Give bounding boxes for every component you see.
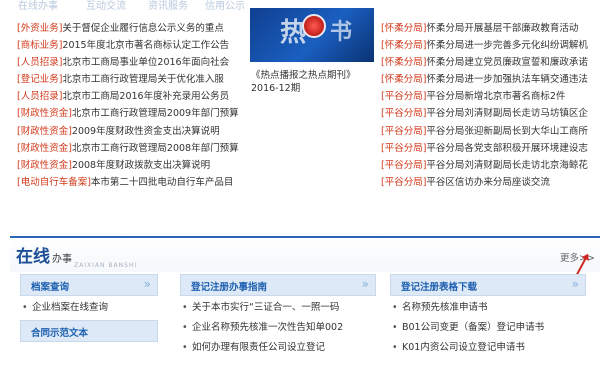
double-chevron-right-icon: » xyxy=(143,277,151,291)
news-item[interactable]: [商标业务]2015年度北京市著名商标认定工作公告 xyxy=(17,37,245,54)
news-category-tag[interactable]: [电动自行车备案] xyxy=(17,177,91,188)
badge-icon xyxy=(302,14,326,38)
hot-journal-image[interactable]: 热 书 xyxy=(250,8,374,62)
news-item[interactable]: [怀柔分局]怀柔分局进一步加强执法车辆交通违法 xyxy=(381,71,600,88)
news-category-tag[interactable]: [怀柔分局] xyxy=(381,40,426,51)
registration-forms-header[interactable]: 登记注册表格下载 » xyxy=(390,274,586,296)
news-item[interactable]: [人员招录]北京市工商局事业单位2016年面向社会 xyxy=(17,54,245,71)
news-item[interactable]: [外资业务]关于督促企业履行信息公示义务的重点 xyxy=(17,20,245,37)
news-list-left: [外资业务]关于督促企业履行信息公示义务的重点 [商标业务]2015年度北京市著名… xyxy=(17,20,245,191)
news-item[interactable]: [平谷分局]平谷分局张迎新副局长到大华山工商所 xyxy=(381,123,600,140)
news-category-tag[interactable]: [平谷分局] xyxy=(381,143,426,154)
section-subtitle: ZAIXIAN BANSHI xyxy=(74,262,138,269)
news-title[interactable]: 怀柔分局建立党员廉政宣誓和廉政承诺 xyxy=(426,57,588,68)
bottom-fade xyxy=(0,352,600,380)
archive-query-list: 企业档案在线查询 xyxy=(20,298,158,318)
news-category-tag[interactable]: [人员招录] xyxy=(17,57,62,68)
double-chevron-right-icon: » xyxy=(361,277,369,291)
list-item[interactable]: 企业名称预先核准一次性告知单002 xyxy=(180,318,376,338)
image-glyph: 书 xyxy=(330,20,353,45)
news-title[interactable]: 平谷区信访办来分局座谈交流 xyxy=(426,177,550,188)
news-title[interactable]: 北京市工商行政管理局2008年部门预算 xyxy=(72,143,239,154)
news-item[interactable]: [怀柔分局]怀柔分局进一步完善多元化纠纷调解机 xyxy=(381,37,600,54)
nav-item[interactable]: 信用公示 xyxy=(205,0,245,12)
news-title[interactable]: 怀柔分局进一步完善多元化纠纷调解机 xyxy=(426,40,588,51)
news-category-tag[interactable]: [财政性资金] xyxy=(17,160,72,171)
news-list-right: [怀柔分局]怀柔分局开展基层干部廉政教育活动 [怀柔分局]怀柔分局进一步完善多元化… xyxy=(381,20,600,191)
news-title[interactable]: 北京市工商局事业单位2016年面向社会 xyxy=(62,57,229,68)
registration-guide-list: 关于本市实行“三证合一、一照一码企业名称预先核准一次性告知单002如何办理有限责… xyxy=(180,298,376,358)
news-title[interactable]: 本市第二十四批电动自行车产品目 xyxy=(91,177,234,188)
news-category-tag[interactable]: [商标业务] xyxy=(17,40,62,51)
news-item[interactable]: [平谷分局]平谷分局新增北京市著名商标2件 xyxy=(381,88,600,105)
news-title[interactable]: 北京市工商行政管理局2009年部门预算 xyxy=(72,108,239,119)
news-category-tag[interactable]: [平谷分局] xyxy=(381,108,426,119)
news-category-tag[interactable]: [平谷分局] xyxy=(381,160,426,171)
nav-item[interactable]: 在线办事 xyxy=(18,0,58,12)
news-item[interactable]: [财政性资金]北京市工商行政管理局2008年部门预算 xyxy=(17,140,245,157)
list-item[interactable]: B01公司变更（备案）登记申请书 xyxy=(390,318,586,338)
news-item[interactable]: [怀柔分局]怀柔分局开展基层干部廉政教育活动 xyxy=(381,20,600,37)
news-item[interactable]: [财政性资金]2009年度财政性资金支出决算说明 xyxy=(17,123,245,140)
news-category-tag[interactable]: [怀柔分局] xyxy=(381,57,426,68)
news-category-tag[interactable]: [平谷分局] xyxy=(381,91,426,102)
news-item[interactable]: [电动自行车备案]本市第二十四批电动自行车产品目 xyxy=(17,174,245,191)
list-item[interactable]: 名称预先核准申请书 xyxy=(390,298,586,318)
news-item[interactable]: [平谷分局]平谷分局刘清财副局长走访马坊镇区企 xyxy=(381,105,600,122)
news-category-tag[interactable]: [外资业务] xyxy=(17,23,62,34)
image-caption[interactable]: 《热点播报之热点期刊》 2016-12期 xyxy=(251,69,381,95)
news-title[interactable]: 2008年度财政拨款支出决算说明 xyxy=(72,160,210,171)
news-category-tag[interactable]: [怀柔分局] xyxy=(381,23,426,34)
contract-template-header[interactable]: 合同示范文本 xyxy=(20,320,158,342)
registration-forms-list: 名称预先核准申请书B01公司变更（备案）登记申请书K01内资公司设立登记申请书 xyxy=(390,298,586,358)
news-item[interactable]: [人员招录]北京市工商局2016年度补充录用公务员 xyxy=(17,88,245,105)
news-category-tag[interactable]: [登记业务] xyxy=(17,74,62,85)
news-category-tag[interactable]: [人员招录] xyxy=(17,91,62,102)
news-title[interactable]: 北京市工商行政管理局关于优化准入服 xyxy=(62,74,224,85)
news-title[interactable]: 平谷分局刘清财副局长走访马坊镇区企 xyxy=(426,108,588,119)
news-title[interactable]: 平谷分局各党支部积极开展环境建设志 xyxy=(426,143,588,154)
list-item[interactable]: 关于本市实行“三证合一、一照一码 xyxy=(180,298,376,318)
archive-query-header[interactable]: 档案查询 » xyxy=(20,274,158,296)
news-category-tag[interactable]: [财政性资金] xyxy=(17,108,72,119)
news-item[interactable]: [登记业务]北京市工商行政管理局关于优化准入服 xyxy=(17,71,245,88)
news-title[interactable]: 2009年度财政性资金支出决算说明 xyxy=(72,126,220,137)
news-item[interactable]: [平谷分局]平谷分局各党支部积极开展环境建设志 xyxy=(381,140,600,157)
nav-item[interactable]: 互动交流 xyxy=(86,0,126,12)
news-title[interactable]: 平谷分局刘清财副局长走访北京海鲸花 xyxy=(426,160,588,171)
double-chevron-right-icon: » xyxy=(571,277,579,291)
news-title[interactable]: 2015年度北京市著名商标认定工作公告 xyxy=(62,40,229,51)
news-title[interactable]: 怀柔分局开展基层干部廉政教育活动 xyxy=(426,23,578,34)
news-category-tag[interactable]: [平谷分局] xyxy=(381,177,426,188)
news-item[interactable]: [平谷分局]平谷区信访办来分局座谈交流 xyxy=(381,174,600,191)
news-category-tag[interactable]: [财政性资金] xyxy=(17,126,72,137)
section-title: 在线 办事 xyxy=(16,247,72,267)
news-title[interactable]: 怀柔分局进一步加强执法车辆交通违法 xyxy=(426,74,588,85)
news-category-tag[interactable]: [怀柔分局] xyxy=(381,74,426,85)
news-item[interactable]: [怀柔分局]怀柔分局建立党员廉政宣誓和廉政承诺 xyxy=(381,54,600,71)
news-item[interactable]: [财政性资金]北京市工商行政管理局2009年部门预算 xyxy=(17,105,245,122)
news-category-tag[interactable]: [平谷分局] xyxy=(381,126,426,137)
registration-guide-header[interactable]: 登记注册办事指南 » xyxy=(180,274,376,296)
news-title[interactable]: 平谷分局新增北京市著名商标2件 xyxy=(426,91,565,102)
news-item[interactable]: [财政性资金]2008年度财政拨款支出决算说明 xyxy=(17,157,245,174)
news-item[interactable]: [平谷分局]平谷分局刘清财副局长走访北京海鲸花 xyxy=(381,157,600,174)
list-item[interactable]: 企业档案在线查询 xyxy=(20,298,158,318)
nav-item[interactable]: 资讯服务 xyxy=(148,0,188,12)
news-title[interactable]: 平谷分局张迎新副局长到大华山工商所 xyxy=(426,126,588,137)
news-title[interactable]: 北京市工商局2016年度补充录用公务员 xyxy=(62,91,229,102)
news-title[interactable]: 关于督促企业履行信息公示义务的重点 xyxy=(62,23,224,34)
news-category-tag[interactable]: [财政性资金] xyxy=(17,143,72,154)
